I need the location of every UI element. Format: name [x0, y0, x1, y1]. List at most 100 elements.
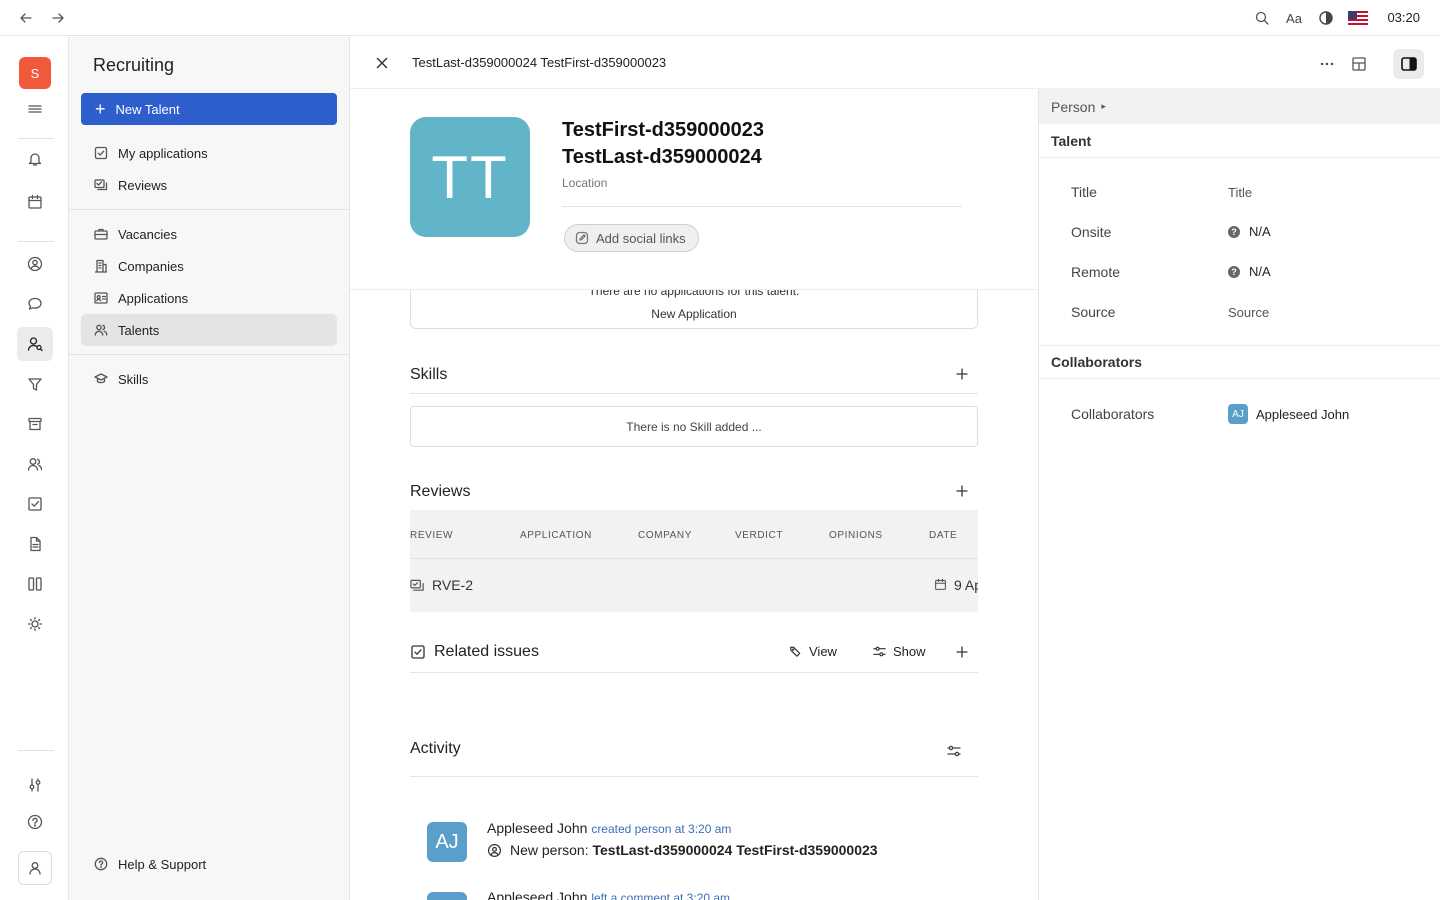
- menu-icon[interactable]: [17, 92, 53, 126]
- board-icon[interactable]: [17, 567, 53, 601]
- workspace-avatar[interactable]: S: [19, 57, 51, 89]
- navigator-panel: Recruiting + New Talent My applications …: [69, 37, 350, 900]
- edit-icon: [575, 231, 589, 245]
- remote-value[interactable]: ? N/A: [1228, 264, 1271, 279]
- arrow-right-icon[interactable]: [48, 8, 68, 28]
- contrast-icon[interactable]: [1316, 8, 1336, 28]
- new-application-link[interactable]: New Application: [411, 307, 977, 321]
- activity-user[interactable]: Appleseed John: [487, 820, 587, 836]
- column-date[interactable]: DATE: [929, 530, 957, 541]
- nav-item-label: Reviews: [118, 177, 168, 193]
- settings-sliders-icon[interactable]: [17, 768, 53, 802]
- more-icon[interactable]: [1312, 50, 1342, 78]
- reviews-title: Reviews: [410, 483, 471, 500]
- onsite-value-text: N/A: [1249, 224, 1271, 239]
- recruiting-icon[interactable]: [17, 327, 53, 361]
- search-icon[interactable]: [1252, 8, 1272, 28]
- table-row[interactable]: RVE-2 9 Ap: [410, 559, 978, 612]
- people-icon[interactable]: [17, 447, 53, 481]
- calendar-icon[interactable]: [17, 185, 53, 219]
- question-icon: ?: [1228, 265, 1240, 278]
- us-flag-icon[interactable]: [1348, 8, 1368, 28]
- review-icon: [410, 579, 424, 591]
- help-icon: [94, 857, 108, 871]
- column-opinions[interactable]: OPINIONS: [829, 530, 883, 541]
- view-button[interactable]: View: [788, 644, 837, 659]
- review-id-link[interactable]: RVE-2: [432, 577, 473, 593]
- activity-action: left a comment at 3:20 am: [591, 891, 731, 900]
- new-talent-button[interactable]: + New Talent: [81, 93, 337, 125]
- avatar[interactable]: AJ: [427, 892, 467, 900]
- person-icon: [487, 843, 502, 857]
- nav-item-label: My applications: [118, 145, 208, 161]
- location-field[interactable]: Location: [562, 176, 607, 190]
- show-label: Show: [893, 644, 926, 659]
- rail-divider: [18, 241, 54, 242]
- onsite-value[interactable]: ? N/A: [1228, 224, 1271, 239]
- profile-icon[interactable]: [18, 851, 52, 885]
- add-review-button[interactable]: [950, 479, 974, 503]
- remote-value-text: N/A: [1249, 264, 1271, 279]
- collaborator-chip[interactable]: AJ Appleseed John: [1228, 404, 1349, 424]
- person-header[interactable]: Person ▸: [1039, 89, 1440, 124]
- activity-body-prefix: New person:: [510, 842, 593, 858]
- review-date: 9 Ap: [954, 577, 978, 593]
- section-divider: [410, 776, 978, 777]
- contacts-icon[interactable]: [17, 247, 53, 281]
- nav-item-vacancies[interactable]: Vacancies: [81, 218, 337, 250]
- font-size-button[interactable]: Aa: [1284, 8, 1304, 28]
- plus-icon: [956, 485, 968, 497]
- question-icon: ?: [1228, 225, 1240, 238]
- avatar[interactable]: AJ: [427, 822, 467, 862]
- column-company[interactable]: COMPANY: [638, 530, 692, 541]
- help-icon[interactable]: [17, 805, 53, 839]
- column-verdict[interactable]: VERDICT: [735, 530, 783, 541]
- reviews-icon: [94, 179, 108, 191]
- arrow-left-icon[interactable]: [16, 8, 36, 28]
- section-divider: [410, 672, 978, 673]
- nav-item-talents[interactable]: Talents: [81, 314, 337, 346]
- view-label: View: [809, 644, 837, 659]
- activity-user[interactable]: Appleseed John: [487, 889, 587, 900]
- inbox-icon[interactable]: [17, 407, 53, 441]
- skills-title: Skills: [410, 366, 448, 383]
- activity-entry: Appleseed John created person at 3:20 am: [487, 820, 731, 836]
- column-review[interactable]: REVIEW: [410, 530, 453, 541]
- nav-item-reviews[interactable]: Reviews: [81, 169, 337, 201]
- help-support-link[interactable]: Help & Support: [81, 848, 337, 880]
- talent-avatar[interactable]: TT: [410, 117, 530, 237]
- sidebar-toggle-icon[interactable]: [1393, 49, 1424, 79]
- add-skill-button[interactable]: [950, 362, 974, 386]
- avatar: AJ: [1228, 404, 1248, 424]
- show-button[interactable]: Show: [872, 644, 926, 659]
- person-header-label: Person: [1051, 98, 1096, 115]
- details-panel: Person ▸ Talent Title Title Onsite ? N/A…: [1038, 89, 1440, 900]
- funnel-icon[interactable]: [17, 367, 53, 401]
- document-icon[interactable]: [17, 527, 53, 561]
- nav-item-my-applications[interactable]: My applications: [81, 137, 337, 169]
- nav-item-skills[interactable]: Skills: [81, 363, 337, 395]
- sun-icon[interactable]: [17, 607, 53, 641]
- column-application[interactable]: APPLICATION: [520, 530, 592, 541]
- nav-item-companies[interactable]: Companies: [81, 250, 337, 282]
- source-value[interactable]: Source: [1228, 305, 1269, 320]
- rail-divider: [18, 750, 54, 751]
- add-related-issue-button[interactable]: [950, 640, 974, 664]
- talent-section-title: Talent: [1039, 124, 1440, 158]
- add-social-links-button[interactable]: Add social links: [564, 224, 699, 252]
- last-name[interactable]: TestLast-d359000024: [562, 146, 762, 169]
- chat-icon[interactable]: [17, 287, 53, 321]
- nav-item-applications[interactable]: Applications: [81, 282, 337, 314]
- tasks-icon[interactable]: [17, 487, 53, 521]
- briefcase-icon: [94, 228, 108, 240]
- layout-icon[interactable]: [1344, 50, 1374, 78]
- close-icon[interactable]: [372, 53, 392, 73]
- activity-filter-icon[interactable]: [942, 739, 966, 763]
- first-name[interactable]: TestFirst-d359000023: [562, 119, 764, 142]
- profile-divider: [562, 206, 962, 207]
- title-value[interactable]: Title: [1228, 185, 1252, 200]
- top-bar: Aa 03:20: [0, 0, 1440, 36]
- activity-body-value[interactable]: TestLast-d359000024 TestFirst-d359000023: [592, 842, 877, 858]
- bell-icon[interactable]: [17, 142, 53, 176]
- nav-item-label: Applications: [118, 290, 189, 306]
